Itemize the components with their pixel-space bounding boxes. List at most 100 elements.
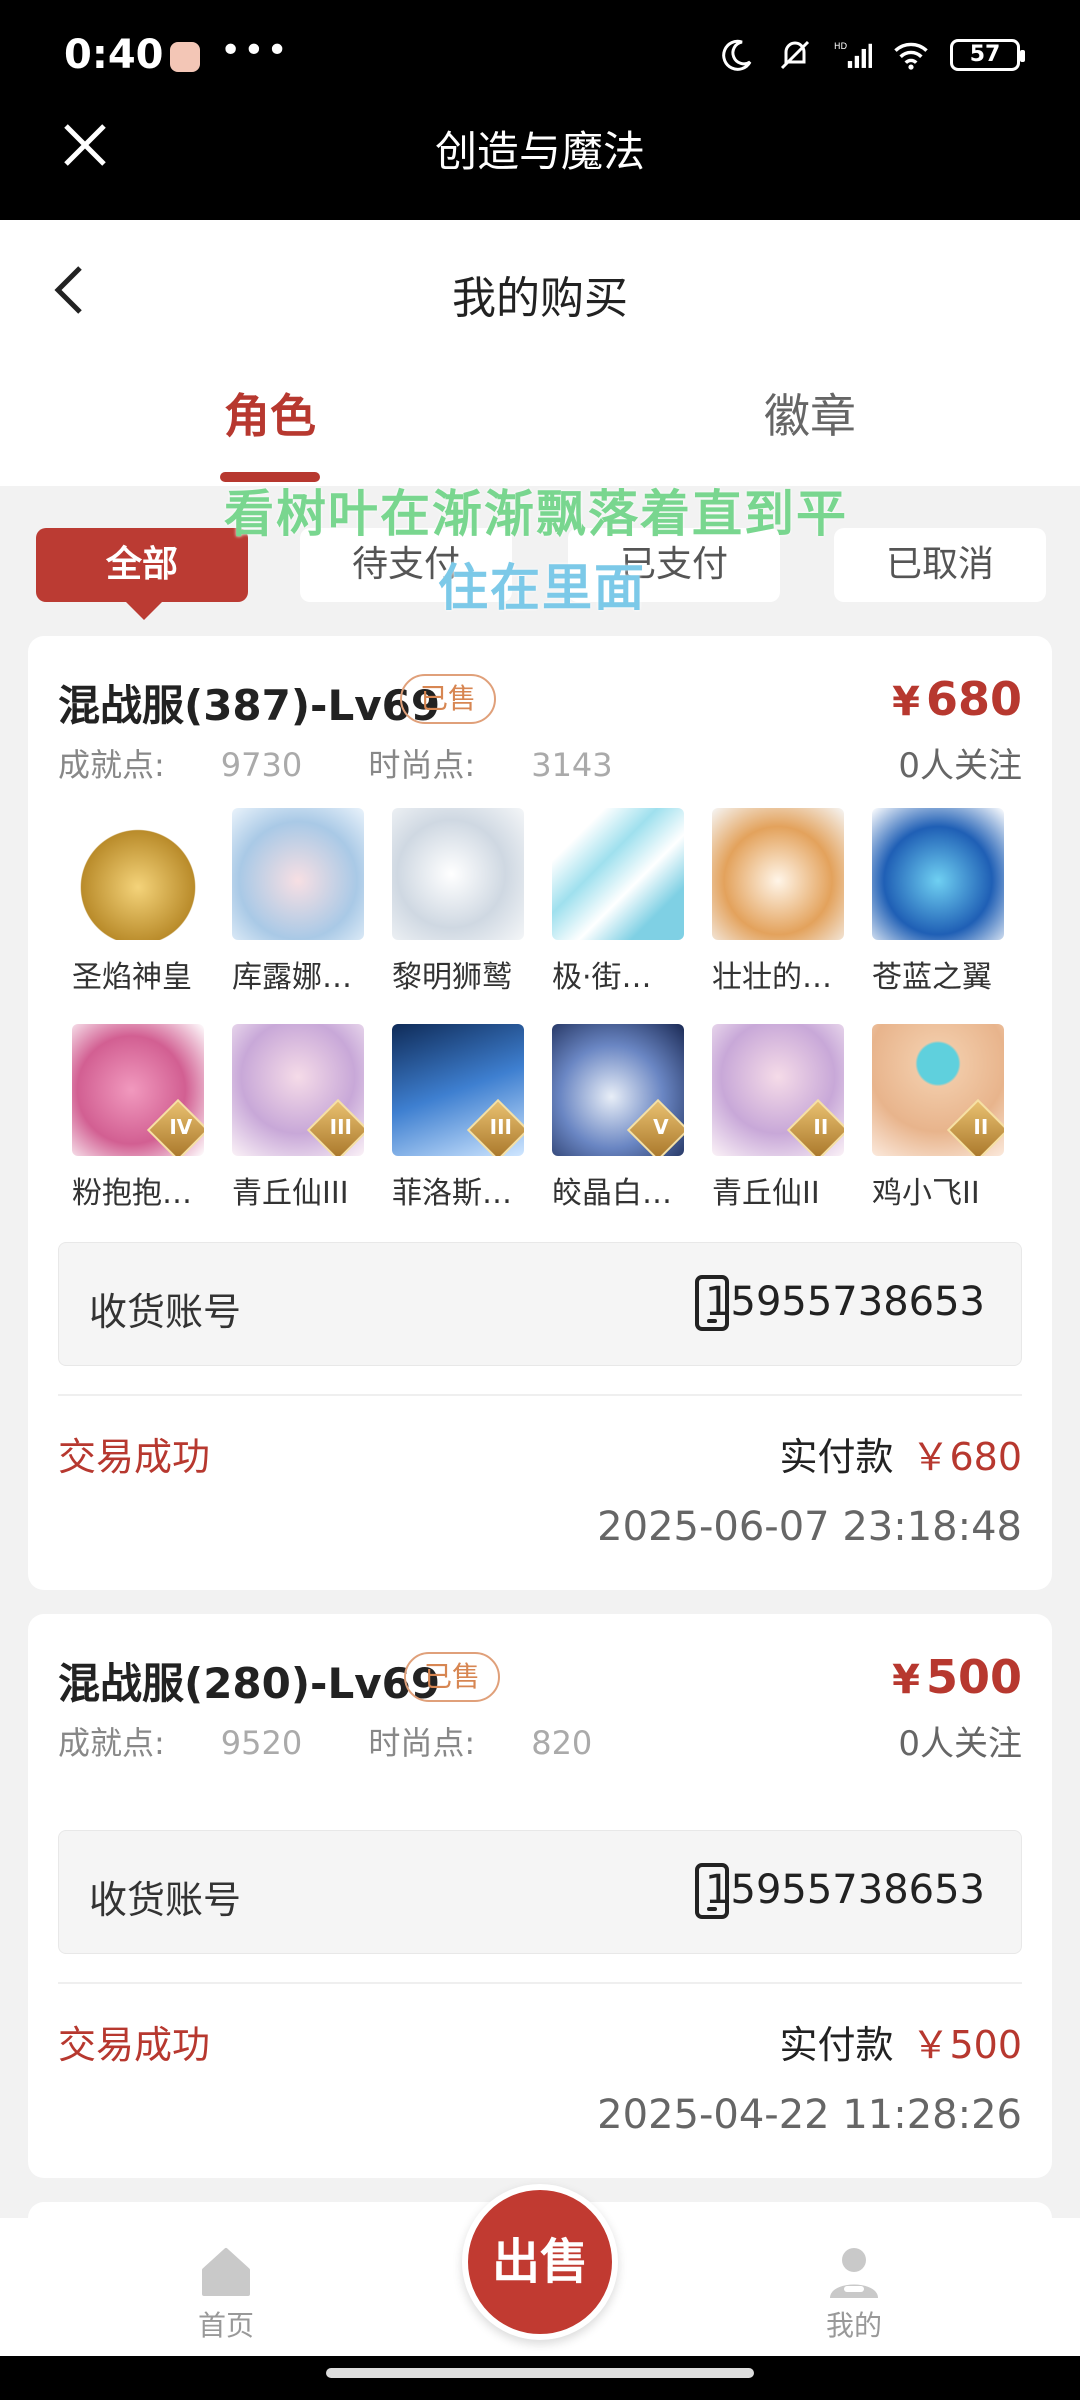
signal-icon: HD bbox=[834, 36, 872, 74]
item-name: 苍蓝之翼 bbox=[872, 960, 992, 995]
item-tile[interactable]: V 皎晶白… bbox=[552, 1024, 692, 1212]
order-stats: 成就点: 9520 时尚点: 820 bbox=[58, 1718, 648, 1764]
item-thumb bbox=[72, 808, 204, 940]
achievement-value: 9730 bbox=[220, 746, 303, 784]
item-name: 圣焰神皇 bbox=[72, 960, 192, 995]
order-card[interactable]: 混战服(387)-Lv69 已售 ¥680 成就点: 9730 时尚点: 3143 … bbox=[28, 636, 1052, 1590]
fashion-value: 3143 bbox=[531, 746, 613, 784]
item-tile[interactable]: 苍蓝之翼 bbox=[872, 808, 1012, 996]
item-tile[interactable]: 极·街… bbox=[552, 808, 692, 996]
nav-mine[interactable]: 我的 bbox=[784, 2244, 924, 2344]
item-name: 粉抱抱… bbox=[72, 1176, 192, 1211]
paid-label: 实付款 bbox=[779, 2023, 894, 2067]
paid-label: 实付款 bbox=[779, 1435, 894, 1479]
lyrics-overlay-line2: 住在里面 bbox=[438, 559, 646, 617]
item-thumb: II bbox=[712, 1024, 844, 1156]
fashion-stat: 时尚点: 3143 bbox=[368, 746, 612, 784]
tier-badge: II bbox=[946, 1098, 1004, 1156]
order-price: ¥680 bbox=[892, 672, 1022, 726]
follower-count: 0人关注 bbox=[898, 746, 1022, 786]
sold-badge: 已售 bbox=[400, 674, 497, 724]
item-name: 皎晶白… bbox=[552, 1176, 672, 1211]
tier-badge: V bbox=[626, 1098, 684, 1156]
page-title: 我的购买 bbox=[452, 273, 628, 324]
item-tile[interactable]: II 鸡小飞II bbox=[872, 1024, 1012, 1212]
page-header: 我的购买 角色 徽章 bbox=[0, 220, 1080, 486]
svg-text:HD: HD bbox=[834, 42, 847, 52]
item-thumb: III bbox=[232, 1024, 364, 1156]
divider bbox=[58, 1394, 1022, 1396]
tier-label: II bbox=[973, 1115, 989, 1140]
tab-badge[interactable]: 徽章 bbox=[660, 380, 960, 446]
item-tile[interactable]: III 菲洛斯… bbox=[392, 1024, 532, 1212]
sell-button[interactable]: 出售 bbox=[462, 2184, 618, 2340]
item-tile[interactable]: 黎明狮鹫 bbox=[392, 808, 532, 996]
currency-symbol: ¥ bbox=[892, 679, 920, 725]
nav-mine-label: 我的 bbox=[825, 2309, 882, 2342]
nav-home[interactable]: 首页 bbox=[156, 2244, 296, 2344]
fashion-label: 时尚点: bbox=[368, 746, 476, 784]
tier-badge: III bbox=[306, 1098, 364, 1156]
item-name: 青丘仙III bbox=[232, 1176, 349, 1211]
fashion-label: 时尚点: bbox=[368, 1724, 476, 1762]
currency-symbol: ¥ bbox=[892, 1657, 920, 1703]
item-thumb bbox=[392, 808, 524, 940]
item-tile[interactable]: 库露娜… bbox=[232, 808, 372, 996]
gesture-bar-area bbox=[0, 2356, 1080, 2400]
moon-icon bbox=[718, 36, 756, 74]
notification-app-icon bbox=[170, 42, 200, 72]
fashion-value: 820 bbox=[531, 1724, 593, 1762]
order-stats: 成就点: 9730 时尚点: 3143 bbox=[58, 740, 669, 786]
order-card[interactable]: 混战服(280)-Lv69 已售 ¥500 成就点: 9520 时尚点: 820 0… bbox=[28, 1614, 1052, 2178]
item-name: 黎明狮鹫 bbox=[392, 960, 512, 995]
item-tile[interactable]: III 青丘仙III bbox=[232, 1024, 372, 1212]
tier-label: IV bbox=[169, 1115, 193, 1140]
tier-badge: II bbox=[786, 1098, 844, 1156]
filter-all[interactable]: 全部 bbox=[36, 528, 248, 620]
achievement-value: 9520 bbox=[220, 1724, 303, 1762]
achievement-stat: 成就点: 9730 bbox=[58, 746, 302, 784]
achievement-stat: 成就点: 9520 bbox=[58, 1724, 302, 1762]
account-label: 收货账号 bbox=[89, 1878, 242, 1922]
nav-home-label: 首页 bbox=[197, 2309, 254, 2342]
item-tile[interactable]: 壮壮的… bbox=[712, 808, 852, 996]
item-tile[interactable]: IV 粉抱抱… bbox=[72, 1024, 212, 1212]
item-name: 壮壮的… bbox=[712, 960, 832, 995]
item-tile[interactable]: 圣焰神皇 bbox=[72, 808, 212, 996]
status-icons: HD 57 bbox=[718, 36, 1025, 74]
item-thumb bbox=[232, 808, 364, 940]
tier-label: III bbox=[329, 1115, 352, 1140]
account-box: 收货账号 15955738653 bbox=[58, 1830, 1022, 1954]
item-name: 青丘仙II bbox=[712, 1176, 820, 1211]
trade-status: 交易成功 bbox=[58, 1435, 211, 1479]
tab-role[interactable]: 角色 bbox=[120, 380, 420, 446]
user-icon bbox=[826, 2244, 882, 2300]
item-thumb: II bbox=[872, 1024, 1004, 1156]
order-date: 2025-04-22 11:28:26 bbox=[597, 2092, 1022, 2138]
wifi-icon bbox=[892, 36, 930, 74]
lyrics-overlay-line1: 看树叶在渐渐飘落着直到平 bbox=[224, 485, 848, 543]
achievement-label: 成就点: bbox=[58, 746, 165, 784]
item-name: 库露娜… bbox=[232, 960, 352, 995]
fashion-stat: 时尚点: 820 bbox=[368, 1724, 592, 1762]
price-value: 680 bbox=[925, 672, 1022, 726]
item-thumb bbox=[552, 808, 684, 940]
tier-badge: IV bbox=[146, 1098, 204, 1156]
app-title: 创造与魔法 bbox=[434, 127, 645, 176]
trade-status: 交易成功 bbox=[58, 2023, 211, 2067]
home-icon bbox=[198, 2244, 254, 2300]
item-thumb: IV bbox=[72, 1024, 204, 1156]
paid-amount: 实付款 ￥680 bbox=[779, 1426, 1022, 1481]
category-tabs: 角色 徽章 bbox=[0, 380, 1080, 480]
tier-label: II bbox=[813, 1115, 829, 1140]
filter-cancelled[interactable]: 已取消 bbox=[834, 528, 1046, 602]
item-name: 极·街… bbox=[552, 960, 652, 995]
app-topbar: 0:40 ••• HD 57 创造与魔法 bbox=[0, 0, 1080, 220]
home-indicator[interactable] bbox=[326, 2368, 754, 2378]
item-tile[interactable]: II 青丘仙II bbox=[712, 1024, 852, 1212]
achievement-label: 成就点: bbox=[58, 1724, 165, 1762]
more-notifications-icon: ••• bbox=[220, 30, 290, 71]
item-thumb: V bbox=[552, 1024, 684, 1156]
item-thumb bbox=[712, 808, 844, 940]
account-number: 15955738653 bbox=[705, 1867, 985, 1913]
